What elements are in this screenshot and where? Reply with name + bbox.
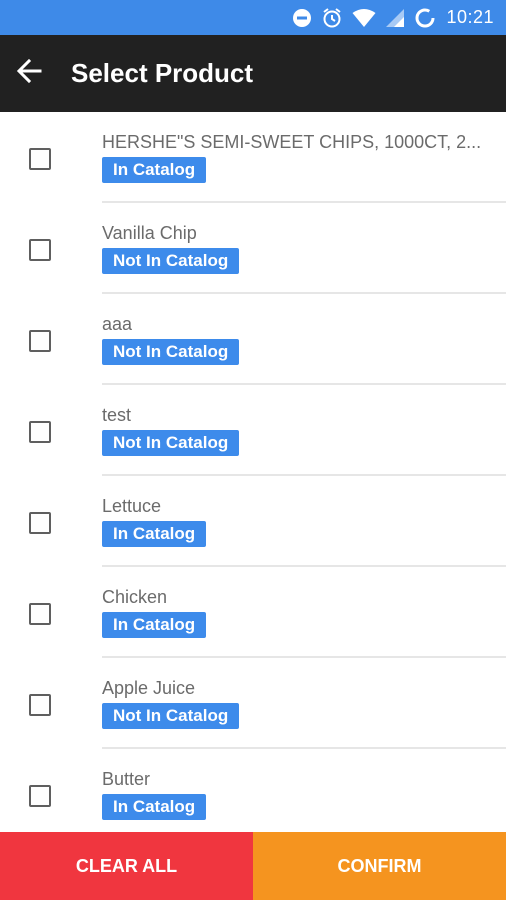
product-name: Apple Juice xyxy=(102,678,196,698)
arrow-back-icon xyxy=(16,58,42,89)
bottom-action-bar: CLEAR ALL CONFIRM xyxy=(0,832,506,900)
catalog-status-badge: Not In Catalog xyxy=(102,339,240,365)
catalog-status-badge: In Catalog xyxy=(102,157,207,183)
product-name: Lettuce xyxy=(102,496,162,516)
catalog-status-badge: In Catalog xyxy=(102,794,207,820)
clear-all-button[interactable]: CLEAR ALL xyxy=(0,832,253,900)
signal-icon xyxy=(385,8,405,28)
product-checkbox[interactable] xyxy=(29,603,51,625)
product-name: HERSHE"S SEMI-SWEET CHIPS, 1000CT, 2... xyxy=(102,132,482,152)
app-bar: Select Product xyxy=(0,35,506,112)
status-bar: 10:21 xyxy=(0,0,506,35)
wifi-icon xyxy=(352,8,376,28)
product-name: Butter xyxy=(102,769,151,789)
product-checkbox[interactable] xyxy=(29,239,51,261)
product-row[interactable]: Lettuce In Catalog xyxy=(0,476,506,567)
product-row[interactable]: test Not In Catalog xyxy=(0,385,506,476)
confirm-button[interactable]: CONFIRM xyxy=(253,832,506,900)
product-checkbox[interactable] xyxy=(29,785,51,807)
page-title: Select Product xyxy=(71,58,254,88)
catalog-status-badge: Not In Catalog xyxy=(102,703,240,729)
back-button[interactable] xyxy=(1,46,57,102)
product-name: aaa xyxy=(102,314,133,334)
product-row[interactable]: aaa Not In Catalog xyxy=(0,294,506,385)
product-name: Chicken xyxy=(102,587,168,607)
catalog-status-badge: Not In Catalog xyxy=(102,248,240,274)
product-name: Vanilla Chip xyxy=(102,223,197,243)
catalog-status-badge: In Catalog xyxy=(102,521,207,547)
product-row[interactable]: Apple Juice Not In Catalog xyxy=(0,658,506,749)
product-checkbox[interactable] xyxy=(29,421,51,443)
product-checkbox[interactable] xyxy=(29,694,51,716)
product-row[interactable]: Chicken In Catalog xyxy=(0,567,506,658)
product-checkbox[interactable] xyxy=(29,512,51,534)
status-time: 10:21 xyxy=(446,7,494,27)
product-checkbox[interactable] xyxy=(29,330,51,352)
product-list: HERSHE"S SEMI-SWEET CHIPS, 1000CT, 2... … xyxy=(0,112,506,832)
alarm-icon xyxy=(321,7,343,29)
do-not-disturb-icon xyxy=(292,8,312,28)
product-checkbox[interactable] xyxy=(29,148,51,170)
product-row[interactable]: Butter In Catalog xyxy=(0,749,506,832)
product-row[interactable]: Vanilla Chip Not In Catalog xyxy=(0,203,506,294)
product-name: test xyxy=(102,405,132,425)
catalog-status-badge: In Catalog xyxy=(102,612,207,638)
product-row[interactable]: HERSHE"S SEMI-SWEET CHIPS, 1000CT, 2... … xyxy=(0,112,506,203)
battery-icon xyxy=(414,7,436,29)
catalog-status-badge: Not In Catalog xyxy=(102,430,240,456)
